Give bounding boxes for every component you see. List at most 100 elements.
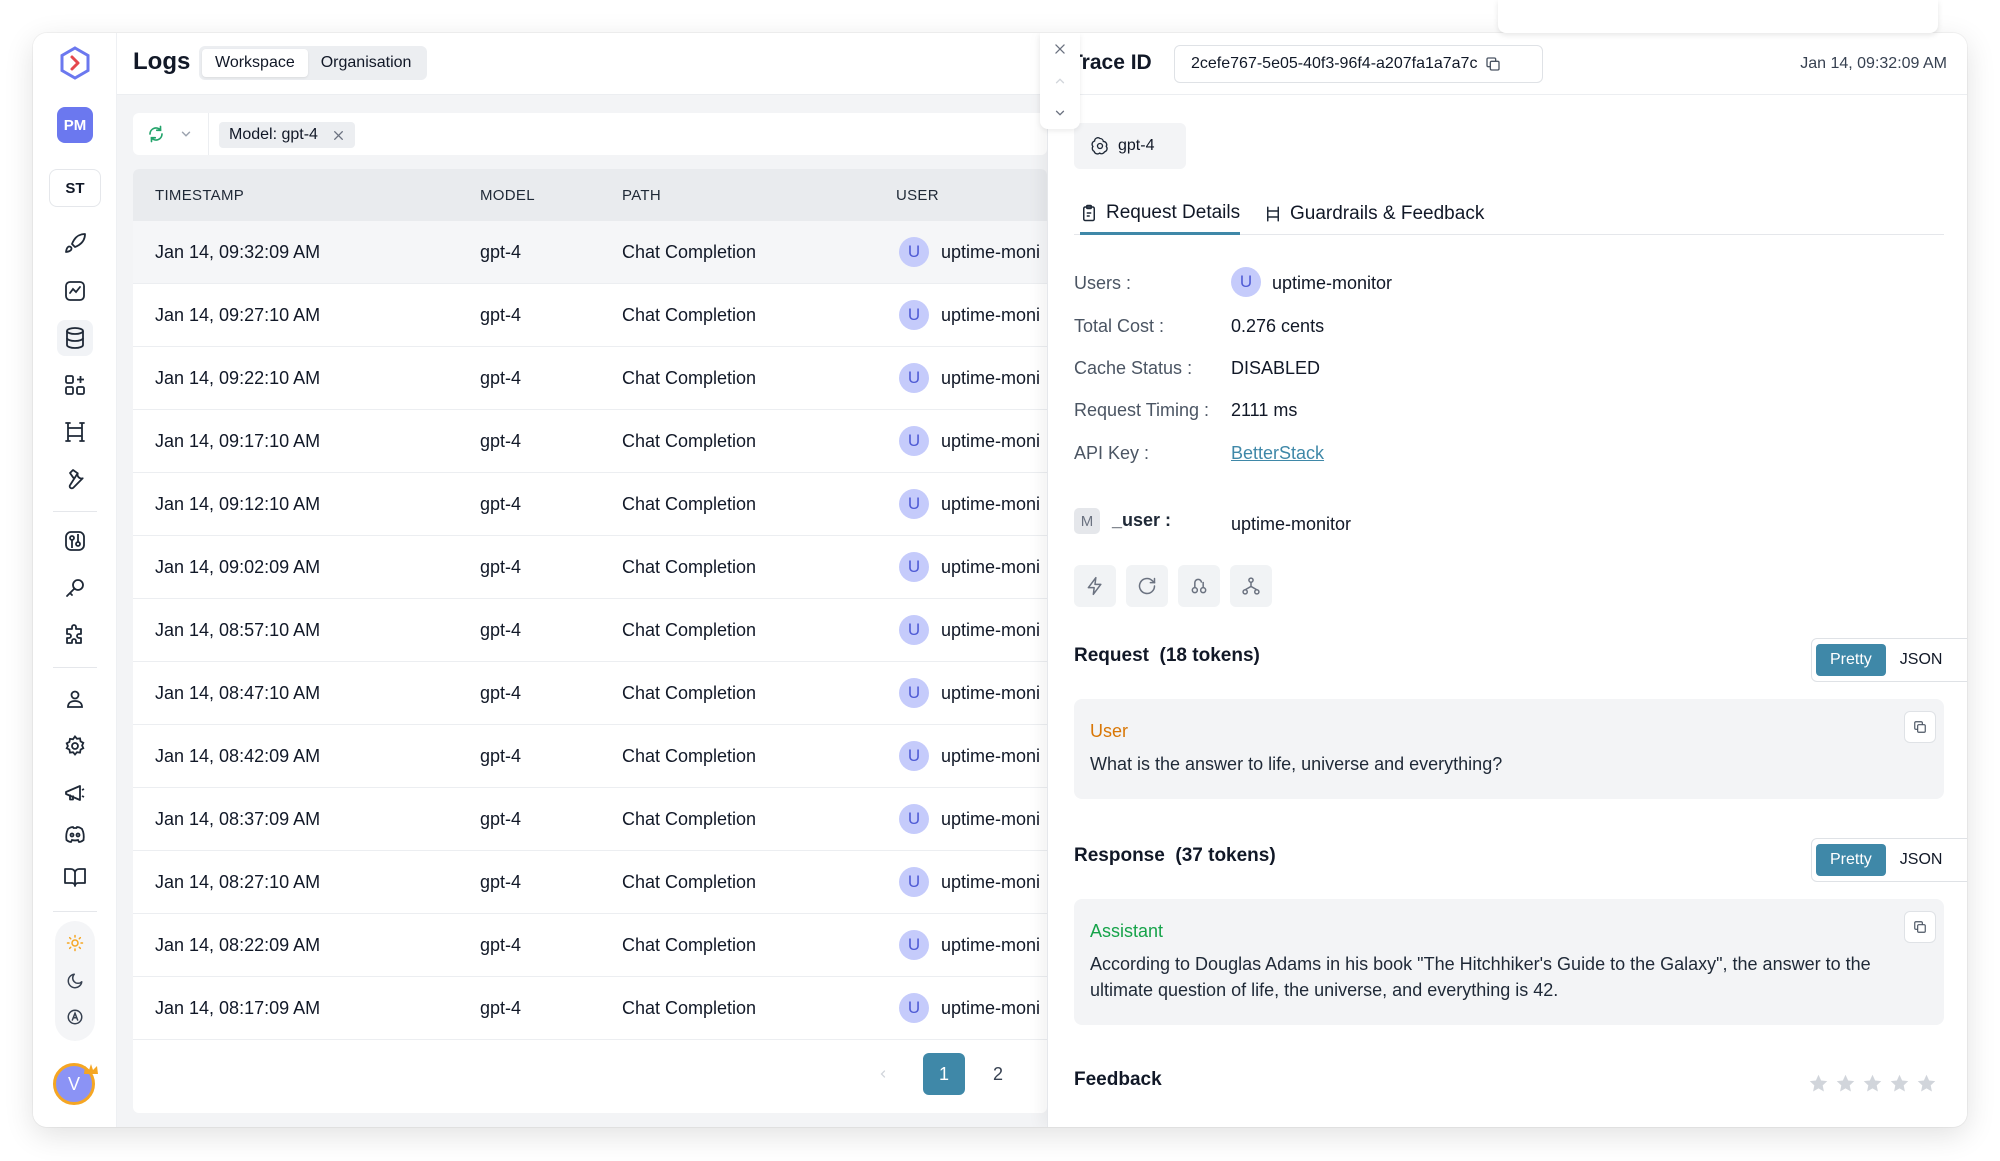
table-row[interactable]: Jan 14, 08:37:09 AM gpt-4 Chat Completion U… xyxy=(133,788,1047,851)
table-row[interactable]: Jan 14, 09:02:09 AM gpt-4 Chat Completion U… xyxy=(133,536,1047,599)
table-row[interactable]: Jan 14, 09:22:10 AM gpt-4 Chat Completion U… xyxy=(133,347,1047,410)
api-key-link[interactable]: BetterStack xyxy=(1231,443,1324,464)
format-pretty[interactable]: Pretty xyxy=(1816,644,1886,676)
format-json[interactable]: JSON xyxy=(1886,644,1957,676)
tab-label: Guardrails & Feedback xyxy=(1290,203,1485,224)
cell-path: Chat Completion xyxy=(622,683,757,703)
cell-path: Chat Completion xyxy=(622,431,757,451)
auto-theme-icon[interactable] xyxy=(65,1007,85,1027)
table-row[interactable]: Jan 14, 08:27:10 AM gpt-4 Chat Completion U… xyxy=(133,851,1047,914)
crown-icon xyxy=(83,1063,99,1075)
column-header-user[interactable]: USER xyxy=(896,187,939,204)
page-button-1[interactable]: 1 xyxy=(923,1053,965,1095)
light-theme-icon[interactable] xyxy=(65,933,85,953)
format-pretty[interactable]: Pretty xyxy=(1816,844,1886,876)
cell-timestamp: Jan 14, 08:57:10 AM xyxy=(155,620,321,640)
cell-user: uptime-moni xyxy=(941,242,1041,262)
rocket-icon[interactable] xyxy=(57,226,93,262)
cell-user: uptime-moni xyxy=(941,557,1041,577)
model-chip: gpt-4 xyxy=(1074,123,1186,169)
copy-icon[interactable] xyxy=(1904,911,1936,943)
integrations-icon[interactable] xyxy=(57,523,93,559)
trace-detail-panel: Trace ID 2cefe767-5e05-40f3-96f4-a207fa1… xyxy=(1047,33,1967,1127)
user-avatar-small: U xyxy=(899,552,929,582)
settings-icon[interactable] xyxy=(57,728,93,764)
total-cost-value: 0.276 cents xyxy=(1231,316,1325,336)
column-header-path[interactable]: PATH xyxy=(622,187,661,204)
cell-user: uptime-moni xyxy=(941,431,1041,451)
lightning-icon[interactable] xyxy=(1074,565,1116,607)
cell-path: Chat Completion xyxy=(622,935,757,955)
trace-tree-icon[interactable] xyxy=(1230,565,1272,607)
replay-icon[interactable] xyxy=(1126,565,1168,607)
scope-workspace[interactable]: Workspace xyxy=(202,49,308,77)
discord-icon[interactable] xyxy=(57,817,93,853)
table-row[interactable]: Jan 14, 08:17:09 AM gpt-4 Chat Completion U… xyxy=(133,977,1047,1040)
team-icon[interactable] xyxy=(57,681,93,717)
user-avatar-small: U xyxy=(899,237,929,267)
user-avatar-small: U xyxy=(899,678,929,708)
star-icon[interactable] xyxy=(1808,1073,1829,1094)
table-row[interactable]: Jan 14, 08:42:09 AM gpt-4 Chat Completion U… xyxy=(133,725,1047,788)
compare-icon[interactable] xyxy=(1178,565,1220,607)
cell-timestamp: Jan 14, 08:22:09 AM xyxy=(155,935,321,955)
analytics-icon[interactable] xyxy=(57,273,93,309)
plugins-icon[interactable] xyxy=(57,617,93,653)
refresh-icon[interactable] xyxy=(147,125,165,143)
cell-path: Chat Completion xyxy=(622,620,757,640)
tab-guardrails-feedback[interactable]: Guardrails & Feedback xyxy=(1264,193,1484,235)
table-row[interactable]: Jan 14, 08:57:10 AM gpt-4 Chat Completion U… xyxy=(133,599,1047,662)
filter-chip-model[interactable]: Model: gpt-4 xyxy=(219,122,355,148)
cell-model: gpt-4 xyxy=(480,305,522,325)
dark-theme-icon[interactable] xyxy=(65,971,85,991)
cell-path: Chat Completion xyxy=(622,557,757,577)
refresh-control xyxy=(133,113,209,155)
cell-path: Chat Completion xyxy=(622,242,757,262)
close-icon[interactable] xyxy=(332,129,345,142)
announcements-icon[interactable] xyxy=(57,775,93,811)
table-row[interactable]: Jan 14, 08:47:10 AM gpt-4 Chat Completion U… xyxy=(133,662,1047,725)
database-icon[interactable] xyxy=(57,320,93,356)
table-row[interactable]: Jan 14, 09:12:10 AM gpt-4 Chat Completion U… xyxy=(133,473,1047,536)
column-header-timestamp[interactable]: TIMESTAMP xyxy=(155,187,244,204)
apps-icon[interactable] xyxy=(57,367,93,403)
user-avatar-small: U xyxy=(899,426,929,456)
trace-id-field[interactable]: 2cefe767-5e05-40f3-96f4-a207fa1a7a7c xyxy=(1174,45,1543,83)
page-button-2[interactable]: 2 xyxy=(977,1053,1019,1095)
request-section-title: Request (18 tokens) xyxy=(1074,645,1260,667)
cell-path: Chat Completion xyxy=(622,872,757,892)
copy-icon[interactable] xyxy=(1904,711,1936,743)
copy-icon[interactable] xyxy=(1485,56,1501,72)
chevron-down-icon[interactable] xyxy=(179,127,193,141)
table-row[interactable]: Jan 14, 09:17:10 AM gpt-4 Chat Completion U… xyxy=(133,410,1047,473)
guardrails-icon[interactable] xyxy=(57,414,93,450)
table-row[interactable]: Jan 14, 09:27:10 AM gpt-4 Chat Completion U… xyxy=(133,284,1047,347)
cell-timestamp: Jan 14, 09:17:10 AM xyxy=(155,431,321,451)
workspace-badge[interactable]: PM xyxy=(57,107,93,143)
format-json[interactable]: JSON xyxy=(1886,844,1957,876)
table-row[interactable]: Jan 14, 08:22:09 AM gpt-4 Chat Completion U… xyxy=(133,914,1047,977)
portkey-logo[interactable] xyxy=(58,46,92,80)
tab-request-details[interactable]: Request Details xyxy=(1080,193,1241,235)
scope-organisation[interactable]: Organisation xyxy=(308,49,425,77)
star-icon[interactable] xyxy=(1862,1073,1883,1094)
star-icon[interactable] xyxy=(1889,1073,1910,1094)
docs-icon[interactable] xyxy=(57,859,93,895)
response-message: Assistant According to Douglas Adams in … xyxy=(1074,899,1944,1025)
chevron-down-icon[interactable] xyxy=(1040,97,1080,129)
tools-icon[interactable] xyxy=(57,461,93,497)
logs-main: Logs Workspace Organisation Model: gpt-4 xyxy=(117,33,1057,1127)
response-text: According to Douglas Adams in his book "… xyxy=(1090,954,1871,1000)
star-icon[interactable] xyxy=(1835,1073,1856,1094)
table-row[interactable]: Jan 14, 09:32:09 AM gpt-4 Chat Completion U… xyxy=(133,221,1047,284)
user-avatar-small: U xyxy=(899,363,929,393)
chevron-left-icon[interactable] xyxy=(871,1053,895,1095)
chevron-up-icon[interactable] xyxy=(1040,65,1080,97)
close-icon[interactable] xyxy=(1040,33,1080,65)
cell-timestamp: Jan 14, 09:32:09 AM xyxy=(155,242,321,262)
keys-icon[interactable] xyxy=(57,570,93,606)
model-chip-label: gpt-4 xyxy=(1118,137,1155,154)
column-header-model[interactable]: MODEL xyxy=(480,187,535,204)
star-icon[interactable] xyxy=(1916,1073,1937,1094)
org-badge[interactable]: ST xyxy=(49,169,101,207)
